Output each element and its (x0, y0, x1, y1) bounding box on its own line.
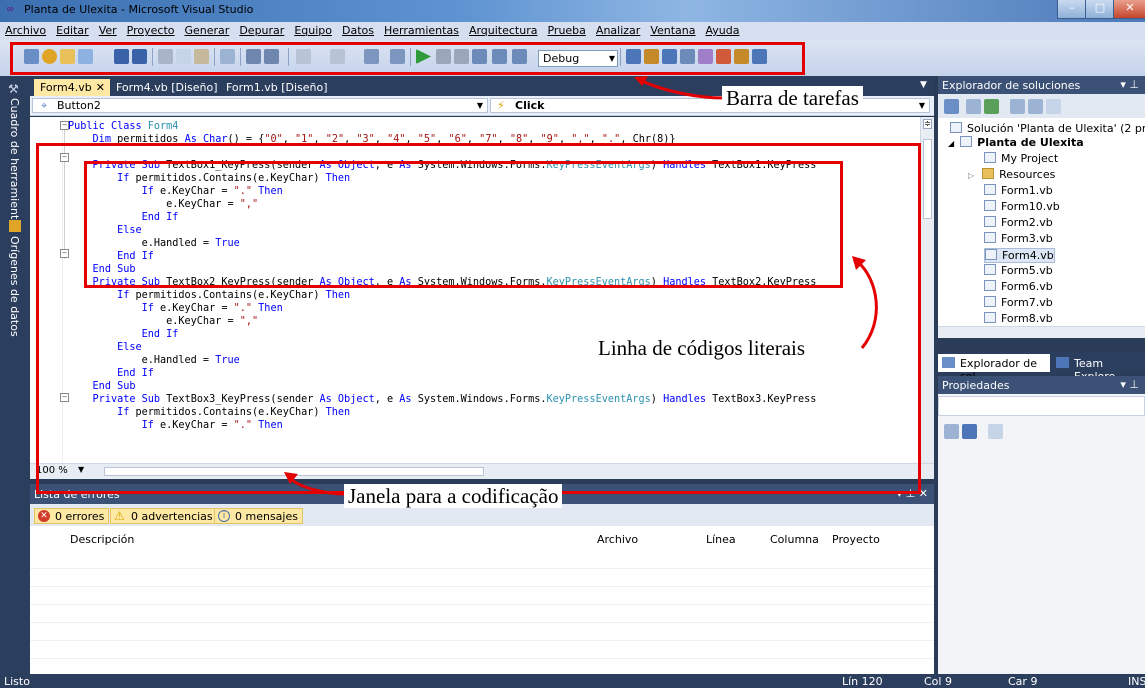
code-window-arrow (288, 476, 347, 496)
code-lines-arrow (856, 260, 878, 349)
code-lines-callout: Linha de códigos literais (594, 336, 810, 360)
toolbar-arrow (639, 78, 725, 100)
toolbar-arrow-head (634, 76, 648, 86)
toolbar-callout: Barra de tarefas (722, 86, 863, 110)
code-window-callout: Janela para a codificação (344, 484, 563, 508)
annotation-arrows (284, 76, 878, 496)
